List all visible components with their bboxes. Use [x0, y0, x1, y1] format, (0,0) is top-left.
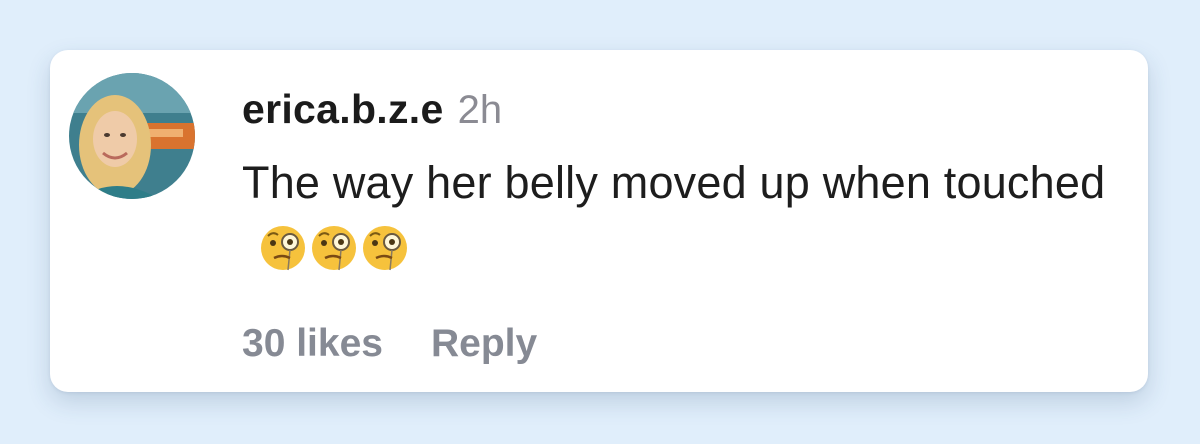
monocle-face-icon — [256, 220, 310, 274]
username-link[interactable]: erica.b.z.e — [242, 86, 444, 133]
profile-photo — [69, 73, 195, 199]
monocle-face-icon — [358, 220, 412, 274]
comment-body: erica.b.z.e 2h The way her belly moved u… — [242, 86, 1122, 282]
comment-header: erica.b.z.e 2h — [242, 86, 1122, 140]
monocle-face-icon — [307, 220, 361, 274]
avatar[interactable] — [69, 73, 195, 199]
comment-text: The way her belly moved up when touched — [242, 157, 1106, 208]
timestamp: 2h — [457, 88, 503, 132]
comment-card: erica.b.z.e 2h The way her belly moved u… — [50, 50, 1148, 392]
emoji-group — [256, 220, 409, 274]
reply-button[interactable]: Reply — [431, 322, 537, 366]
likes-count-button[interactable]: 30 likes — [242, 322, 383, 366]
comment-actions: 30 likes Reply — [242, 322, 537, 366]
comment-text-block: The way her belly moved up when touched — [242, 150, 1122, 282]
